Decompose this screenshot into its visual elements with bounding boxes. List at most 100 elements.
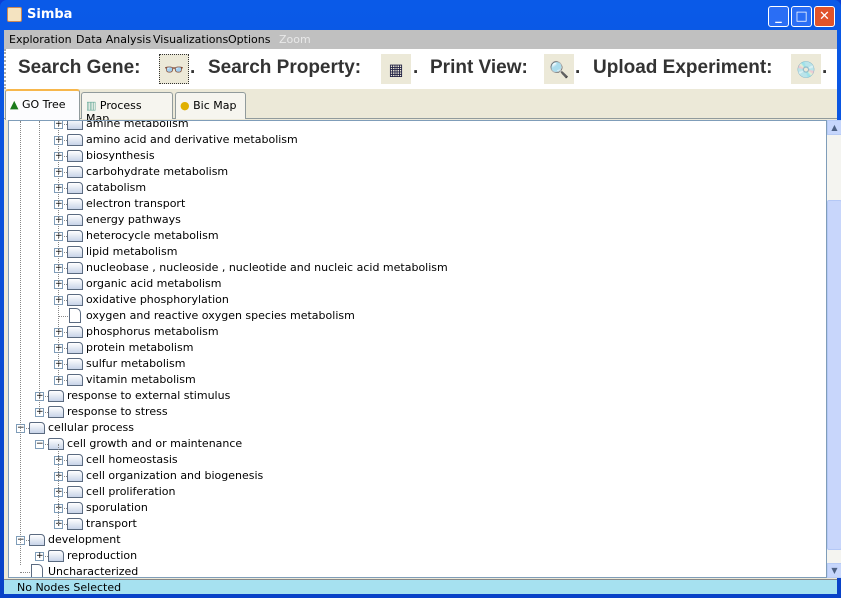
tree-node[interactable]: + sporulation <box>9 500 819 516</box>
folder-icon <box>67 454 83 466</box>
folder-icon <box>67 134 83 146</box>
menu-exploration[interactable]: Exploration <box>9 33 72 46</box>
separator: . <box>575 57 581 78</box>
folder-icon <box>67 374 83 386</box>
tree-node-label: biosynthesis <box>86 149 155 162</box>
tree-node[interactable]: + carbohydrate metabolism <box>9 164 819 180</box>
tree-node-label: amine metabolism <box>86 120 189 130</box>
folder-icon <box>48 550 64 562</box>
status-bar: No Nodes Selected <box>4 579 837 594</box>
menu-visualizations[interactable]: Visualizations <box>153 33 228 46</box>
separator: . <box>822 57 828 78</box>
tree-guide-line <box>39 121 40 413</box>
tree-node[interactable]: + heterocycle metabolism <box>9 228 819 244</box>
tab-label: GO Tree <box>21 98 66 111</box>
tree-node[interactable]: + cell organization and biogenesis <box>9 468 819 484</box>
tree-node-label: response to stress <box>67 405 168 418</box>
tree-node-label: Uncharacterized <box>48 565 139 578</box>
table-icon[interactable]: ▦ <box>381 54 411 84</box>
expand-toggle[interactable]: + <box>35 552 44 561</box>
tree-node[interactable]: + cell homeostasis <box>9 452 819 468</box>
tab-bic-map[interactable]: ● Bic Map <box>175 92 246 119</box>
tree-node-label: vitamin metabolism <box>86 373 196 386</box>
tree-icon: ▲ <box>10 98 19 111</box>
menu-bar: Exploration Data Analysis Visualizations… <box>4 30 837 49</box>
tree-node[interactable]: + vitamin metabolism <box>9 372 819 388</box>
folder-icon <box>67 342 83 354</box>
tree-guide-line <box>20 121 21 565</box>
scroll-thumb[interactable] <box>827 200 841 550</box>
folder-icon <box>67 326 83 338</box>
tab-process-map[interactable]: ▥ Process Map <box>81 92 173 125</box>
document-icon <box>31 564 43 577</box>
tree-node[interactable]: + amine metabolism <box>9 120 819 132</box>
scroll-up-button[interactable]: ▲ <box>827 120 841 135</box>
separator: . <box>413 57 419 78</box>
tree-node[interactable]: + organic acid metabolism <box>9 276 819 292</box>
tree-node-label: phosphorus metabolism <box>86 325 219 338</box>
vertical-scrollbar[interactable]: ▲ ▼ <box>827 120 841 578</box>
tree-node[interactable]: + reproduction <box>9 548 819 564</box>
tree-node[interactable]: + electron transport <box>9 196 819 212</box>
tree-node-label: cellular process <box>48 421 134 434</box>
java-app-icon <box>7 7 22 22</box>
folder-icon <box>67 294 83 306</box>
folder-icon <box>67 230 83 242</box>
tree-node[interactable]: + protein metabolism <box>9 340 819 356</box>
tree-node[interactable]: − cell growth and or maintenance <box>9 436 819 452</box>
binoculars-icon[interactable]: 👓 <box>159 54 189 84</box>
tree-node[interactable]: − cellular process <box>9 420 819 436</box>
tree-node[interactable]: + amino acid and derivative metabolism <box>9 132 819 148</box>
tree-node[interactable]: + energy pathways <box>9 212 819 228</box>
folder-icon <box>67 166 83 178</box>
minimize-button[interactable]: _ <box>768 6 789 27</box>
collapse-toggle[interactable]: − <box>35 440 44 449</box>
folder-icon <box>48 438 64 450</box>
folder-icon <box>67 470 83 482</box>
tree-node[interactable]: Uncharacterized <box>9 564 819 578</box>
tree-node[interactable]: + catabolism <box>9 180 819 196</box>
tree-node-label: heterocycle metabolism <box>86 229 219 242</box>
folder-icon <box>67 121 83 130</box>
tree-node[interactable]: + nucleobase , nucleoside , nucleotide an… <box>9 260 819 276</box>
tree-node[interactable]: + biosynthesis <box>9 148 819 164</box>
folder-icon <box>48 390 64 402</box>
tree-node[interactable]: + lipid metabolism <box>9 244 819 260</box>
tree-node[interactable]: − development <box>9 532 819 548</box>
tree-node-label: sulfur metabolism <box>86 357 186 370</box>
maximize-button[interactable]: □ <box>791 6 812 27</box>
folder-icon <box>67 518 83 530</box>
document-icon <box>69 308 81 323</box>
print-preview-icon[interactable]: 🔍 <box>544 54 574 84</box>
folder-icon <box>67 262 83 274</box>
folder-icon <box>29 422 45 434</box>
close-button[interactable]: ✕ <box>814 6 835 27</box>
folder-icon <box>67 214 83 226</box>
folder-icon <box>67 150 83 162</box>
print-view-label: Print View: <box>430 57 528 78</box>
tree-node[interactable]: + sulfur metabolism <box>9 356 819 372</box>
tree-node[interactable]: oxygen and reactive oxygen species metab… <box>9 308 819 324</box>
tree-node[interactable]: + oxidative phosphorylation <box>9 292 819 308</box>
go-tree[interactable]: + amine metabolism + amino acid and derivat… <box>8 120 827 578</box>
tree-node-label: electron transport <box>86 197 186 210</box>
tree-node-label: response to external stimulus <box>67 389 231 402</box>
menu-data-analysis[interactable]: Data Analysis <box>76 33 151 46</box>
tree-node[interactable]: + cell proliferation <box>9 484 819 500</box>
menu-options[interactable]: Options <box>228 33 270 46</box>
tree-node[interactable]: + transport <box>9 516 819 532</box>
tree-node[interactable]: + response to stress <box>9 404 819 420</box>
tree-node[interactable]: + phosphorus metabolism <box>9 324 819 340</box>
tree-node-label: cell proliferation <box>86 485 176 498</box>
tree-guide-line <box>58 121 59 385</box>
tab-go-tree[interactable]: ▲ GO Tree <box>5 89 80 120</box>
tree-node-label: cell homeostasis <box>86 453 178 466</box>
folder-icon <box>29 534 45 546</box>
map-icon: ▥ <box>86 99 97 112</box>
tree-node-label: cell growth and or maintenance <box>67 437 243 450</box>
upload-disk-icon[interactable]: 💿 <box>791 54 821 84</box>
scroll-down-button[interactable]: ▼ <box>827 563 841 578</box>
tree-node[interactable]: + response to external stimulus <box>9 388 819 404</box>
tree-node-label: development <box>48 533 121 546</box>
tree-node-label: energy pathways <box>86 213 181 226</box>
